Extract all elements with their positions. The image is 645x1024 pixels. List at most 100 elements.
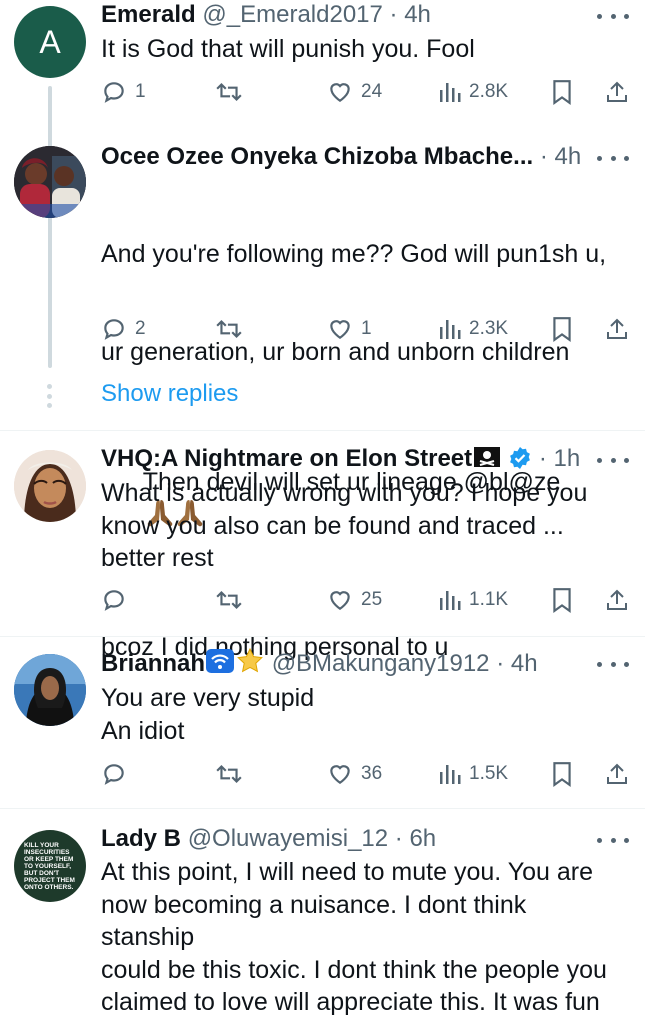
reply-button[interactable] xyxy=(101,582,127,618)
bookmark-button[interactable] xyxy=(551,756,573,792)
reply-button[interactable] xyxy=(101,756,127,792)
views-button[interactable]: 2.8K xyxy=(439,74,508,110)
more-icon[interactable] xyxy=(597,654,629,674)
display-name[interactable]: Ocee Ozee Onyeka Chizoba Mbache... xyxy=(101,143,533,170)
like-button[interactable]: 1 xyxy=(327,311,372,347)
bookmark-button[interactable] xyxy=(551,582,573,618)
verified-icon xyxy=(510,447,531,469)
like-icon xyxy=(330,591,350,610)
tweet-text: At this point, I will need to mute you. … xyxy=(101,858,610,1022)
reply-icon xyxy=(104,319,124,340)
view-count: 2.8K xyxy=(469,81,509,102)
like-count: 1 xyxy=(361,318,372,339)
share-button[interactable] xyxy=(605,311,629,347)
handle[interactable]: @BMakungany1912 xyxy=(272,650,490,677)
display-name[interactable]: Emerald xyxy=(101,1,196,28)
share-button[interactable] xyxy=(605,74,629,110)
divider xyxy=(0,636,645,637)
views-button[interactable]: 1.1K xyxy=(439,582,508,618)
show-replies-link[interactable]: Show replies xyxy=(101,380,238,408)
action-bar: 36 1.5K xyxy=(101,756,631,792)
views-icon xyxy=(440,83,461,102)
retweet-icon xyxy=(216,319,242,339)
avatar[interactable]: KILL YOUR INSECURITIES OR KEEP THEM TO Y… xyxy=(14,830,86,902)
like-button[interactable]: 36 xyxy=(327,756,382,792)
star-icon xyxy=(237,648,263,673)
bookmark-icon xyxy=(553,317,571,342)
tweet-text: What is actually wrong with you? I hope … xyxy=(101,479,588,572)
tweet-text-line: And you're following me?? God will pun1s… xyxy=(101,240,607,268)
like-count: 24 xyxy=(361,81,383,102)
tweet-header: Lady B @Oluwayemisi_12 · 6h xyxy=(101,824,585,856)
reply-button[interactable]: 1 xyxy=(101,74,146,110)
retweet-button[interactable] xyxy=(215,756,243,792)
timestamp[interactable]: · 4h xyxy=(390,1,431,28)
timestamp[interactable]: · 4h xyxy=(496,650,537,677)
avatar-image xyxy=(14,146,86,218)
more-icon[interactable] xyxy=(597,450,629,470)
like-count: 25 xyxy=(361,589,383,610)
bookmark-button[interactable] xyxy=(551,74,573,110)
handle[interactable]: @_Emerald2017 xyxy=(202,1,382,28)
more-icon[interactable] xyxy=(597,148,629,168)
share-icon xyxy=(607,81,627,102)
action-bar: 1 24 2.8K xyxy=(101,74,631,110)
tweet-text: You are very stupid An idiot xyxy=(101,684,315,745)
like-count: 36 xyxy=(361,763,383,784)
tweet-ocee[interactable]: Ocee Ozee Onyeka Chizoba Mbache... · 4h … xyxy=(0,140,645,661)
reply-button[interactable]: 2 xyxy=(101,311,146,347)
share-icon xyxy=(607,589,627,610)
bookmark-icon xyxy=(553,762,571,787)
timestamp[interactable]: · 6h xyxy=(395,825,436,852)
thread-continuation-dots xyxy=(47,384,53,408)
reply-count: 2 xyxy=(135,318,146,339)
reply-icon xyxy=(104,82,124,103)
reply-icon xyxy=(104,764,124,785)
tweet-lady-b[interactable]: KILL YOUR INSECURITIES OR KEEP THEM TO Y… xyxy=(0,816,645,1024)
bookmark-icon xyxy=(553,80,571,105)
display-name[interactable]: Briannah xyxy=(101,650,205,677)
more-icon[interactable] xyxy=(597,830,629,850)
retweet-button[interactable] xyxy=(215,582,243,618)
avatar-letter: A xyxy=(39,23,61,60)
tweet-briannah[interactable]: Briannah @BMakungany1912 · 4h You are ve… xyxy=(0,644,645,804)
views-button[interactable]: 2.3K xyxy=(439,311,508,347)
retweet-button[interactable] xyxy=(215,74,243,110)
reply-icon xyxy=(104,590,124,611)
like-icon xyxy=(330,765,350,784)
tweet-emerald[interactable]: A Emerald @_Emerald2017 · 4h It is God t… xyxy=(0,0,645,368)
more-icon[interactable] xyxy=(597,6,629,26)
retweet-button[interactable] xyxy=(215,311,243,347)
avatar-image xyxy=(14,654,86,726)
view-count: 1.1K xyxy=(469,589,509,610)
tweet-header: Ocee Ozee Onyeka Chizoba Mbache... · 4h xyxy=(101,142,585,174)
view-count: 1.5K xyxy=(469,763,509,784)
like-button[interactable]: 25 xyxy=(327,582,382,618)
divider xyxy=(0,808,645,809)
share-button[interactable] xyxy=(605,582,629,618)
retweet-icon xyxy=(216,590,242,610)
views-button[interactable]: 1.5K xyxy=(439,756,508,792)
tweet-text: It is God that will punish you. Fool xyxy=(101,35,475,63)
avatar[interactable] xyxy=(14,450,86,522)
avatar-text: KILL YOUR INSECURITIES OR KEEP THEM TO Y… xyxy=(24,841,75,891)
like-icon xyxy=(330,83,350,102)
retweet-icon xyxy=(216,764,242,784)
tweet-header: Emerald @_Emerald2017 · 4h xyxy=(101,0,585,32)
like-icon xyxy=(330,320,350,339)
display-name[interactable]: Lady B xyxy=(101,825,181,852)
timestamp[interactable]: · 1h xyxy=(539,445,580,472)
display-name[interactable]: VHQ:A Nightmare on Elon Street xyxy=(101,445,472,472)
avatar[interactable]: A xyxy=(14,6,86,78)
share-icon xyxy=(607,318,627,339)
like-button[interactable]: 24 xyxy=(327,74,382,110)
timestamp[interactable]: · 4h xyxy=(540,143,581,170)
divider xyxy=(0,430,645,431)
avatar[interactable] xyxy=(14,146,86,218)
tweet-vhq[interactable]: VHQ:A Nightmare on Elon Street · 1h What… xyxy=(0,440,645,630)
handle[interactable]: @Oluwayemisi_12 xyxy=(188,825,388,852)
tweet-header: Briannah @BMakungany1912 · 4h xyxy=(101,648,585,680)
share-button[interactable] xyxy=(605,756,629,792)
avatar[interactable] xyxy=(14,654,86,726)
bookmark-button[interactable] xyxy=(551,311,573,347)
